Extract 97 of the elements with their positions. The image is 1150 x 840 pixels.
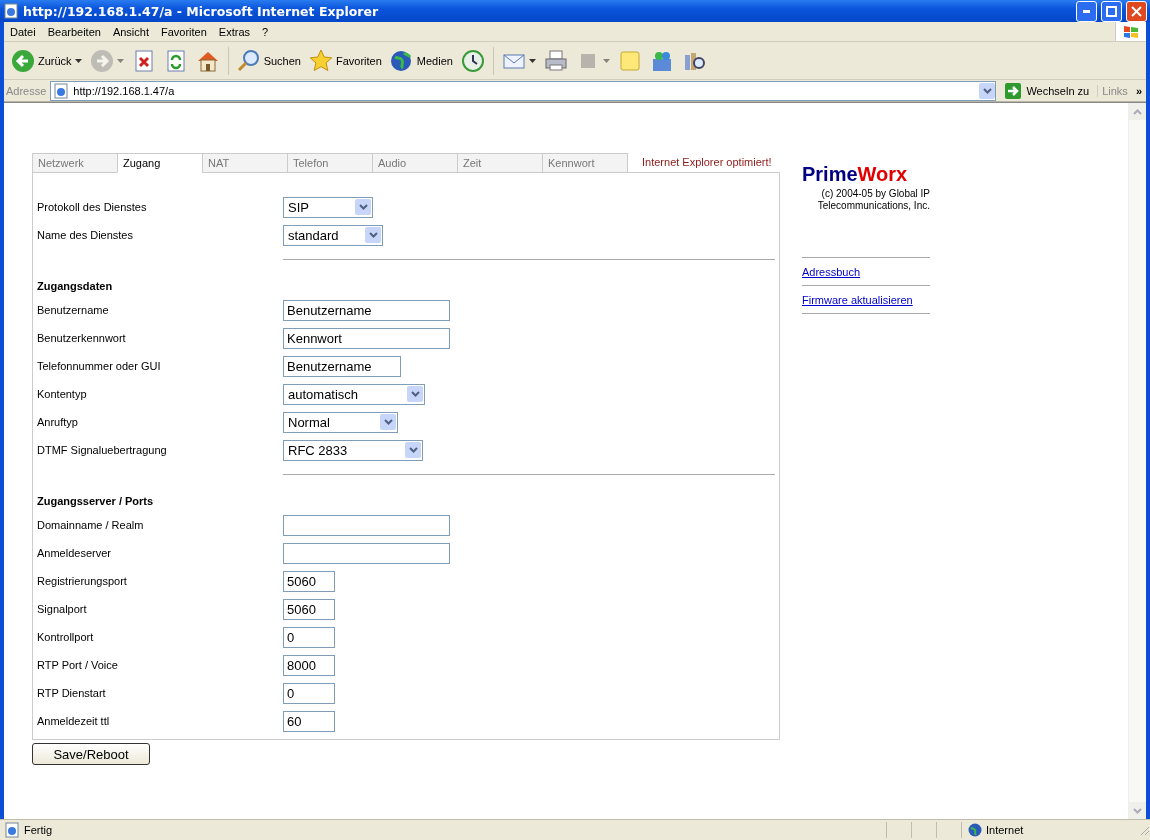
copyright-text: (c) 2004-05 by Global IP Telecommunications, Inc. bbox=[816, 188, 930, 212]
menu-item[interactable]: Favoriten bbox=[155, 25, 213, 38]
address-label: Adresse bbox=[6, 84, 47, 97]
field-label: Protokoll des Dienstes bbox=[37, 201, 148, 213]
dropdown[interactable]: SIP bbox=[283, 196, 373, 218]
chevron-down-icon bbox=[383, 419, 393, 425]
favorites-button[interactable]: Favoriten bbox=[305, 46, 385, 75]
scrollbar[interactable] bbox=[1128, 103, 1146, 819]
dropdown[interactable]: standard bbox=[283, 224, 383, 246]
field-label: Benutzerkennwort bbox=[37, 332, 127, 344]
tab[interactable]: Telefon bbox=[287, 153, 372, 173]
field-label: RTP Port / Voice bbox=[37, 659, 119, 671]
text-field[interactable]: 0 bbox=[283, 682, 335, 704]
globe-icon bbox=[968, 823, 982, 837]
media-button[interactable]: Medien bbox=[386, 46, 456, 75]
field-label: Telefonnummer oder GUI bbox=[37, 360, 162, 372]
dropdown[interactable]: Normal bbox=[283, 411, 398, 433]
minimize-button[interactable] bbox=[1076, 0, 1097, 22]
text-field[interactable] bbox=[283, 514, 450, 536]
windows-flag-icon bbox=[1123, 23, 1139, 40]
tab[interactable]: Kennwort bbox=[542, 153, 627, 173]
note-icon bbox=[617, 48, 642, 73]
tab[interactable]: Zeit bbox=[457, 153, 542, 173]
browser-page-icon bbox=[53, 82, 70, 99]
chevron-down-icon bbox=[358, 204, 368, 210]
text-field[interactable]: 8000 bbox=[283, 654, 335, 676]
go-button[interactable]: Wechseln zu bbox=[1000, 81, 1094, 100]
resize-grip-icon bbox=[1138, 824, 1150, 836]
star-icon bbox=[308, 48, 333, 73]
scroll-down-icon[interactable] bbox=[1133, 807, 1142, 814]
dropdown[interactable]: RFC 2833 bbox=[283, 439, 423, 461]
menu-item[interactable]: Ansicht bbox=[106, 25, 155, 38]
tab[interactable]: NAT bbox=[202, 153, 287, 173]
link[interactable]: Firmware aktualisieren bbox=[802, 286, 930, 313]
window-title: http://192.168.1.47/a - Microsoft Internet Explorer bbox=[23, 3, 380, 19]
field-label: Name des Dienstes bbox=[37, 229, 134, 241]
chevron-down-icon bbox=[368, 232, 378, 238]
text-field[interactable]: 0 bbox=[283, 626, 335, 648]
field-label: Kontrollport bbox=[37, 631, 95, 643]
notice-text: Internet Explorer optimiert! bbox=[627, 153, 780, 173]
field-label: Anmeldeserver bbox=[37, 547, 112, 559]
field-label: Domainname / Realm bbox=[37, 519, 145, 531]
more-chevron[interactable]: » bbox=[1135, 84, 1146, 97]
address-field[interactable]: http://192.168.1.47/a bbox=[50, 80, 997, 101]
close-icon bbox=[1131, 5, 1142, 17]
status-text: Fertig bbox=[24, 824, 53, 836]
globe-icon bbox=[389, 48, 414, 73]
link[interactable]: Adressbuch bbox=[802, 258, 930, 285]
text-field[interactable]: 60 bbox=[283, 710, 335, 732]
menu-item[interactable]: Datei bbox=[4, 25, 42, 38]
caret-down-icon bbox=[528, 58, 536, 63]
tab[interactable]: Audio bbox=[372, 153, 457, 173]
text-field[interactable]: 5060 bbox=[283, 598, 335, 620]
text-field[interactable]: Benutzername bbox=[283, 355, 401, 377]
printer-icon bbox=[543, 48, 568, 73]
maximize-button[interactable] bbox=[1101, 0, 1122, 22]
dropdown[interactable]: automatisch bbox=[283, 383, 425, 405]
arrow-right-icon bbox=[1004, 81, 1023, 100]
zone-text: Internet bbox=[986, 824, 1024, 836]
history-clock-icon bbox=[460, 48, 485, 73]
chevron-down-icon bbox=[408, 447, 418, 453]
browser-page-icon bbox=[4, 822, 20, 838]
chevron-down-icon bbox=[410, 391, 420, 397]
dropdown-arrow-button[interactable] bbox=[979, 82, 996, 99]
caret-down-icon bbox=[116, 58, 124, 63]
tab[interactable]: Netzwerk bbox=[32, 153, 117, 173]
field-label: Signalport bbox=[37, 603, 88, 615]
search-icon bbox=[236, 48, 261, 73]
field-label: Anruftyp bbox=[37, 416, 79, 428]
text-field[interactable] bbox=[283, 542, 450, 564]
menu-item[interactable]: Bearbeiten bbox=[41, 25, 107, 38]
section-heading: Zugangsdaten bbox=[37, 279, 114, 294]
close-button[interactable] bbox=[1126, 0, 1147, 22]
search-button[interactable]: Suchen bbox=[233, 46, 304, 75]
browser-page-icon bbox=[3, 3, 19, 19]
caret-down-icon bbox=[74, 58, 82, 63]
minimize-icon bbox=[1083, 9, 1090, 13]
text-field[interactable]: Benutzername bbox=[283, 299, 450, 321]
text-field[interactable]: 5060 bbox=[283, 570, 335, 592]
section-heading: Zugangsserver / Ports bbox=[37, 494, 155, 509]
chevron-down-icon bbox=[982, 87, 992, 94]
caret-down-icon bbox=[602, 58, 610, 63]
maximize-icon bbox=[1106, 5, 1117, 17]
field-label: Kontentyp bbox=[37, 388, 88, 400]
field-label: DTMF Signaluebertragung bbox=[37, 444, 168, 456]
field-label: RTP Dienstart bbox=[37, 687, 107, 699]
scroll-up-icon[interactable] bbox=[1133, 108, 1142, 115]
field-label: Benutzername bbox=[37, 304, 110, 316]
save-button[interactable]: Save/Reboot bbox=[32, 743, 150, 765]
brand-logo: PrimeWorx bbox=[802, 163, 909, 186]
field-label: Anmeldezeit ttl bbox=[37, 715, 111, 727]
tab[interactable]: Zugang bbox=[117, 153, 202, 173]
menu-item[interactable]: Extras bbox=[212, 25, 257, 38]
text-field[interactable]: Kennwort bbox=[283, 327, 450, 349]
field-label: Registrierungsport bbox=[37, 575, 128, 587]
menu-item[interactable]: ? bbox=[256, 25, 275, 38]
back-button[interactable]: Zurück bbox=[8, 46, 85, 75]
